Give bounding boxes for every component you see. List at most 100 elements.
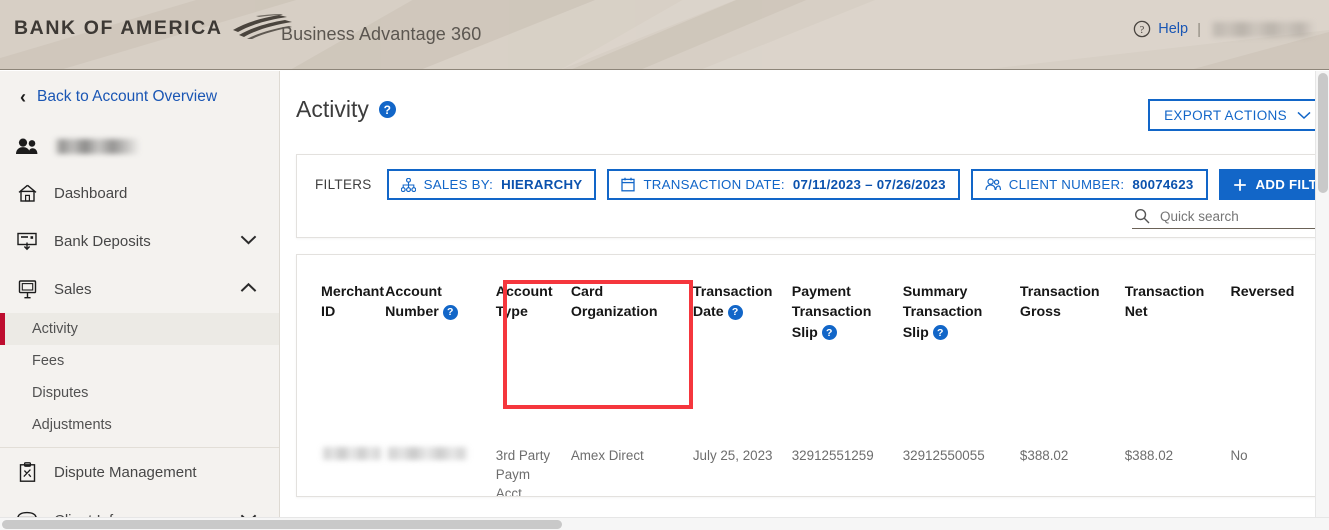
clipboard-icon — [14, 461, 40, 483]
column-header-transaction-gross[interactable]: Transaction Gross — [1020, 255, 1125, 343]
sidebar-item-adjustments[interactable]: Adjustments — [0, 409, 279, 441]
column-header-transaction-net[interactable]: Transaction Net — [1125, 255, 1231, 343]
chevron-left-icon: ‹ — [20, 87, 26, 107]
chevron-down-icon — [1297, 111, 1311, 119]
sidebar-item-activity[interactable]: Activity — [0, 313, 279, 345]
sidebar-subitem-label: Activity — [32, 321, 78, 337]
chevron-down-icon[interactable] — [240, 233, 257, 250]
filter-label: CLIENT NUMBER: — [1008, 177, 1125, 192]
column-label: Reversed — [1230, 284, 1295, 300]
help-link[interactable]: Help — [1158, 21, 1188, 37]
cell-transaction-net: $388.02 — [1124, 447, 1174, 463]
header-utility-nav: ? Help | — [1133, 20, 1315, 38]
home-icon — [14, 183, 40, 203]
sidebar-subitem-label: Fees — [32, 353, 65, 369]
plus-icon — [1233, 178, 1246, 191]
filter-chip-sales-by[interactable]: SALES BY: HIERARCHY — [386, 169, 597, 200]
export-actions-label: EXPORT ACTIONS — [1164, 107, 1287, 123]
filter-chip-client-number[interactable]: CLIENT NUMBER: 80074623 — [970, 169, 1208, 200]
account-number-redacted — [385, 446, 470, 460]
header-separator: | — [1197, 20, 1201, 38]
column-header-payment-transaction-slip[interactable]: Payment Transaction Slip? — [792, 255, 903, 343]
search-icon — [1134, 208, 1150, 224]
column-label: Merchant ID — [321, 284, 385, 321]
back-to-account-overview-link[interactable]: ‹ Back to Account Overview — [0, 71, 279, 123]
sidebar-item-label: Bank Deposits — [54, 232, 151, 250]
help-tooltip-icon[interactable]: ? — [727, 305, 743, 321]
page-title: Activity — [296, 96, 369, 122]
table-row[interactable]: 3rd Party Paym Acct Amex Direct July 25,… — [297, 446, 1326, 497]
cell-transaction-date: July 25, 2023 — [692, 447, 773, 463]
activity-table-card: Merchant ID Account Number? Account Type… — [296, 254, 1327, 497]
terminal-icon — [14, 279, 40, 300]
sidebar-subitem-label: Adjustments — [32, 417, 112, 433]
sidebar-item-label: Dispute Management — [54, 463, 197, 481]
sidebar-item-bank-deposits[interactable]: Bank Deposits — [0, 217, 279, 265]
sidebar-item-label: Dashboard — [54, 184, 128, 202]
cell-account-type: 3rd Party Paym Acct — [495, 447, 551, 497]
activity-table: Merchant ID Account Number? Account Type… — [297, 255, 1326, 497]
column-header-account-number[interactable]: Account Number? — [385, 255, 487, 343]
cell-reversed: No — [1230, 447, 1248, 463]
vertical-scrollbar-thumb[interactable] — [1318, 73, 1328, 193]
help-tooltip-icon[interactable]: ? — [821, 325, 837, 341]
sidebar-item-fees[interactable]: Fees — [0, 345, 279, 377]
cell-card-organization: Amex Direct — [570, 447, 644, 463]
bank-of-america-logo[interactable]: BANK OF AMERICA — [14, 13, 293, 40]
column-header-transaction-date[interactable]: Transaction Date? — [683, 255, 792, 343]
sidebar-item-label: Sales — [54, 280, 92, 298]
people-icon — [985, 178, 1001, 191]
column-header-summary-transaction-slip[interactable]: Summary Transaction Slip? — [903, 255, 1020, 343]
cell-transaction-gross: $388.02 — [1019, 447, 1069, 463]
add-filter-button[interactable]: ADD FILTER — [1218, 169, 1329, 200]
user-name-redacted — [1210, 21, 1315, 37]
filters-row: FILTERS SALES BY: HIERARCHY TRANSACTION … — [297, 155, 1329, 200]
sidebar-subitem-label: Disputes — [32, 385, 89, 401]
brand-wordmark: BANK OF AMERICA — [14, 17, 223, 39]
column-label: Account Type — [495, 284, 553, 321]
column-header-account-type[interactable]: Account Type — [487, 255, 571, 343]
quick-search-field[interactable] — [1132, 204, 1326, 229]
sidebar-account-selector[interactable] — [0, 123, 279, 169]
sidebar-item-sales[interactable]: Sales — [0, 265, 279, 313]
people-icon — [14, 137, 40, 155]
filter-value: 07/11/2023 – 07/26/2023 — [792, 177, 946, 192]
filters-panel: FILTERS SALES BY: HIERARCHY TRANSACTION … — [296, 154, 1329, 238]
product-name: Business Advantage 360 — [281, 24, 482, 44]
horizontal-scrollbar[interactable] — [0, 517, 1329, 530]
search-input[interactable] — [1160, 208, 1310, 224]
column-label: Transaction Gross — [1019, 284, 1100, 321]
filters-label: FILTERS — [315, 177, 372, 192]
column-header-card-organization[interactable]: Card Organization — [571, 255, 683, 343]
cell-summary-transaction-slip: 32912550055 — [902, 447, 985, 463]
help-tooltip-icon[interactable]: ? — [442, 305, 458, 321]
filter-chip-transaction-date[interactable]: TRANSACTION DATE: 07/11/2023 – 07/26/202… — [607, 169, 960, 200]
hierarchy-icon — [400, 177, 416, 192]
filter-value: 80074623 — [1132, 177, 1194, 192]
sidebar-navigation: ‹ Back to Account Overview Dashboard Ban… — [0, 71, 280, 530]
main-content: Activity ? EXPORT ACTIONS FILTERS SALES … — [281, 71, 1329, 530]
filter-value: HIERARCHY — [501, 177, 583, 192]
merchant-id-redacted — [321, 446, 383, 460]
sidebar-item-disputes[interactable]: Disputes — [0, 377, 279, 409]
filter-label: TRANSACTION DATE: — [643, 177, 785, 192]
cell-account-number — [385, 446, 487, 496]
sidebar-item-dashboard[interactable]: Dashboard — [0, 169, 279, 217]
column-label: Transaction Net — [1124, 284, 1205, 321]
sidebar-item-dispute-management[interactable]: Dispute Management — [0, 448, 279, 496]
column-header-merchant-id[interactable]: Merchant ID — [297, 255, 385, 343]
help-circle-icon[interactable]: ? — [1133, 20, 1151, 38]
chevron-up-icon[interactable] — [240, 281, 257, 298]
help-tooltip-icon[interactable]: ? — [932, 325, 948, 341]
cell-merchant-id — [297, 446, 385, 496]
svg-text:?: ? — [1140, 25, 1145, 36]
help-tooltip-icon[interactable]: ? — [378, 101, 396, 118]
export-actions-button[interactable]: EXPORT ACTIONS — [1148, 99, 1327, 131]
horizontal-scrollbar-thumb[interactable] — [2, 520, 562, 529]
back-link-label: Back to Account Overview — [37, 88, 218, 105]
column-label: Account Number — [385, 284, 442, 321]
application-window: BANK OF AMERICA Business Advantage 360 ?… — [0, 0, 1329, 530]
column-label: Card Organization — [570, 284, 658, 321]
vertical-scrollbar[interactable] — [1315, 71, 1329, 530]
column-header-reversed[interactable]: Reversed — [1230, 255, 1326, 343]
